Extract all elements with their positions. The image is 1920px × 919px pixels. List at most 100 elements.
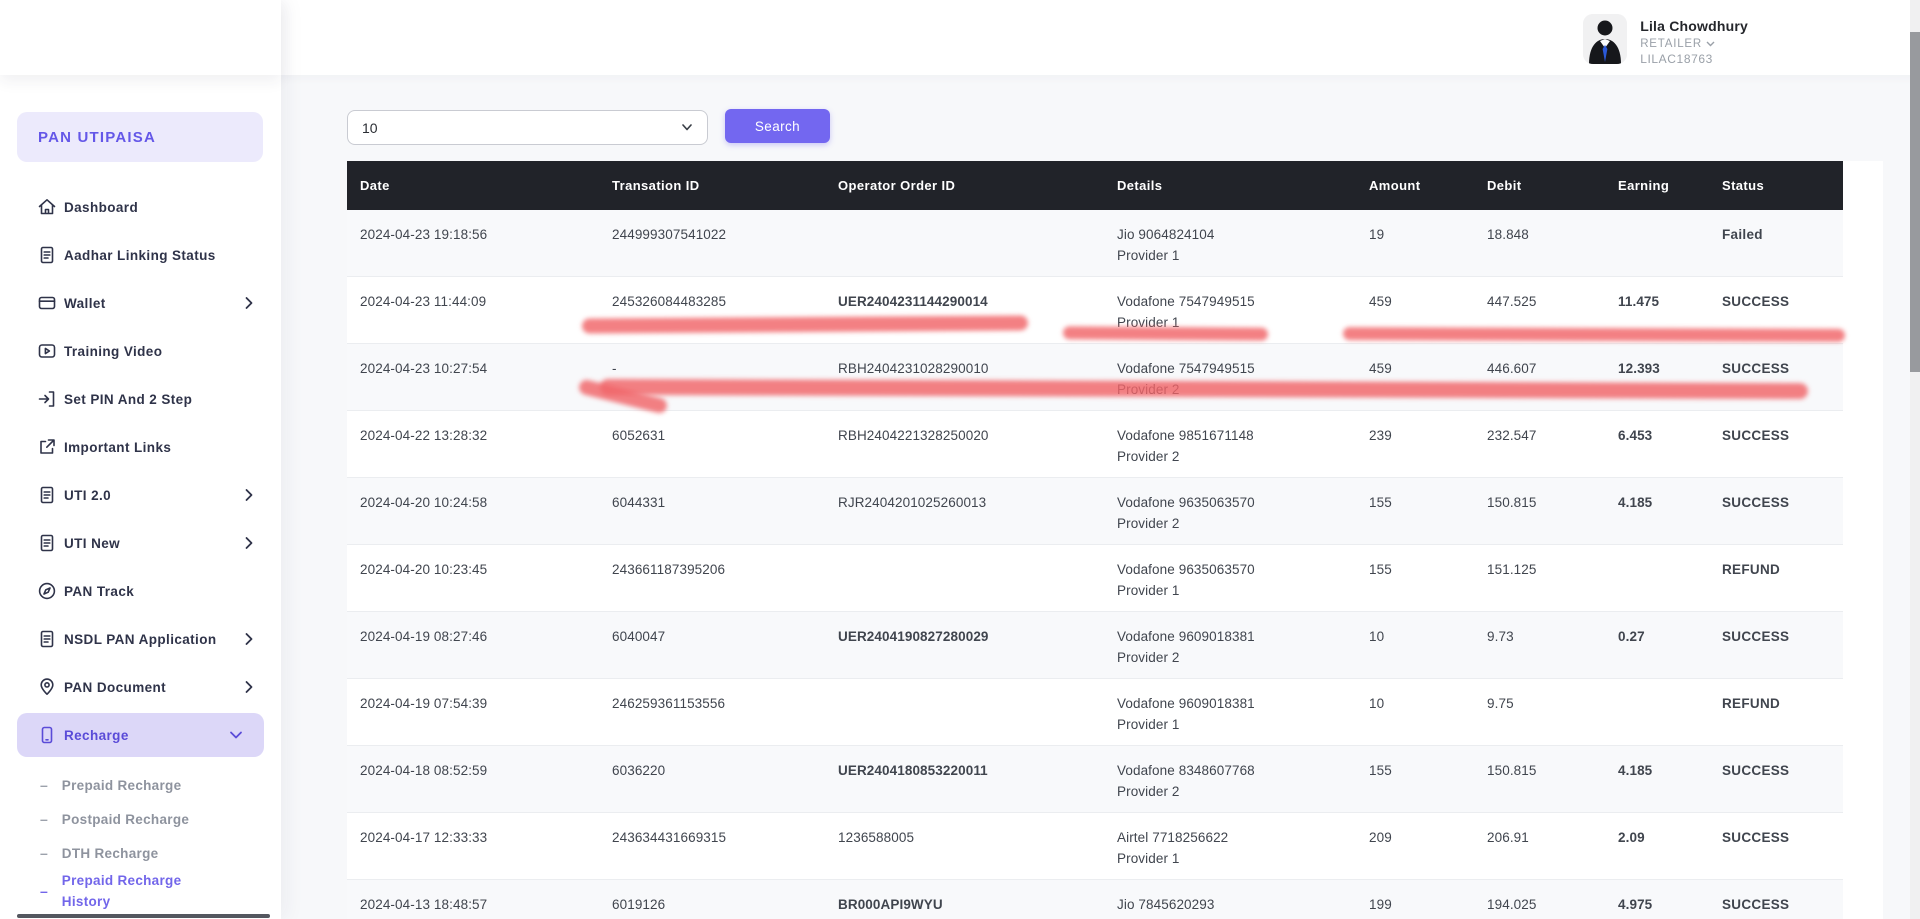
cell-date: 2024-04-23 11:44:09 [360,294,487,309]
user-name: Lila Chowdhury [1640,18,1748,34]
cell-amount: 459 [1369,361,1392,376]
table-row: 2024-04-22 13:28:32 6052631 RBH240422132… [347,411,1843,478]
cell-operator-order-id: RBH2404231028290010 [838,361,989,376]
cell-transaction-id: 6019126 [612,897,666,912]
cell-debit: 446.607 [1487,361,1537,376]
sidebar-item-recharge[interactable]: Recharge [17,713,264,757]
page-scrollbar-track[interactable] [1910,0,1920,919]
sidebar-item-set-pin-and-2-step[interactable]: Set PIN And 2 Step [0,375,281,423]
sidebar-item-nsdl-pan-application[interactable]: NSDL PAN Application [0,615,281,663]
location-pin-icon [37,677,57,697]
sidebar-scrollbar[interactable] [17,914,270,918]
user-id: LILAC18763 [1640,52,1713,66]
search-button[interactable]: Search [725,109,830,143]
cell-status: SUCCESS [1722,361,1790,376]
sidebar-item-uti-2-0[interactable]: UTI 2.0 [0,471,281,519]
cell-amount: 209 [1369,830,1392,845]
wallet-icon [37,293,57,313]
cell-details: Vodafone 9635063570 Provider 2 [1117,495,1255,531]
cell-status: REFUND [1722,562,1781,577]
sidebar-item-aadhar-linking-status[interactable]: Aadhar Linking Status [0,231,281,279]
sidebar-subitem-prepaid-recharge-history[interactable]: – Prepaid Recharge History [0,870,281,912]
cell-operator-order-id: RJR2404201025260013 [838,495,987,510]
table-row: 2024-04-20 10:23:45 243661187395206 Voda… [347,545,1843,612]
sidebar-nav: Dashboard Aadhar Linking Status Wallet T… [0,183,281,759]
column-header-date: Date [360,178,390,193]
sidebar: PAN UTIPAISA Dashboard Aadhar Linking St… [0,0,281,919]
sidebar-subitem-prepaid-recharge[interactable]: – Prepaid Recharge [0,768,281,802]
cell-details: Vodafone 7547949515 Provider 2 [1117,361,1255,397]
cell-date: 2024-04-19 07:54:39 [360,696,488,711]
dash-bullet-icon: – [40,811,48,827]
cell-status: SUCCESS [1722,763,1790,778]
logo-area [0,0,281,75]
sidebar-item-training-video[interactable]: Training Video [0,327,281,375]
cell-details: Jio 7845620293 Provider 1 [1117,897,1215,919]
video-icon [37,341,57,361]
cell-amount: 155 [1369,495,1392,510]
cell-transaction-id: 6044331 [612,495,666,510]
page-size-select[interactable]: 10 [347,110,708,145]
cell-amount: 10 [1369,629,1385,644]
cell-debit: 206.91 [1487,830,1529,845]
table-row: 2024-04-18 08:52:59 6036220 UER240418085… [347,746,1843,813]
cell-transaction-id: 244999307541022 [612,227,727,242]
chevron-down-icon [1706,41,1715,47]
cell-details: Vodafone 9609018381 Provider 2 [1117,629,1255,665]
cell-date: 2024-04-20 10:23:45 [360,562,488,577]
sidebar-item-uti-new[interactable]: UTI New [0,519,281,567]
column-header-transation-id: Transation ID [612,178,700,193]
cell-date: 2024-04-18 08:52:59 [360,763,488,778]
sidebar-item-pan-track[interactable]: PAN Track [0,567,281,615]
dash-bullet-icon: – [40,845,48,861]
document-icon [37,533,57,553]
cell-earning: 4.975 [1618,897,1653,912]
cell-details: Jio 9064824104 Provider 1 [1117,227,1215,263]
chevron-right-icon [245,297,253,310]
cell-operator-order-id: UER2404190827280029 [838,629,989,644]
sidebar-subnav: – Prepaid Recharge – Postpaid Recharge –… [0,768,281,912]
chevron-down-icon [230,731,243,739]
cell-transaction-id: 6052631 [612,428,666,443]
cell-debit: 150.815 [1487,495,1537,510]
cell-amount: 155 [1369,763,1392,778]
cell-debit: 9.75 [1487,696,1514,711]
cell-operator-order-id [808,210,1087,276]
cell-details: Vodafone 8348607768 Provider 2 [1117,763,1255,799]
home-icon [37,197,57,217]
cell-status: SUCCESS [1722,897,1790,912]
cell-date: 2024-04-17 12:33:33 [360,830,488,845]
cell-debit: 150.815 [1487,763,1537,778]
sidebar-item-pan-document[interactable]: PAN Document [0,663,281,711]
cell-date: 2024-04-13 18:48:57 [360,897,488,912]
sidebar-item-wallet[interactable]: Wallet [0,279,281,327]
column-header-earning: Earning [1618,178,1670,193]
cell-date: 2024-04-20 10:24:58 [360,495,488,510]
cell-earning: 6.453 [1618,428,1653,443]
cell-status: REFUND [1722,696,1781,711]
sidebar-subitem-dth-recharge[interactable]: – DTH Recharge [0,836,281,870]
cell-details: Vodafone 9851671148 Provider 2 [1117,428,1254,464]
sidebar-item-important-links[interactable]: Important Links [0,423,281,471]
cell-amount: 10 [1369,696,1385,711]
cell-status: Failed [1722,227,1763,242]
column-header-debit: Debit [1487,178,1522,193]
user-role[interactable]: RETAILER [1640,38,1748,50]
brand-banner: PAN UTIPAISA [17,112,263,162]
cell-details: Airtel 7718256622 Provider 1 [1117,830,1229,866]
cell-earning [1588,679,1692,745]
redaction-scribble [1342,327,1846,342]
sidebar-subitem-postpaid-recharge[interactable]: – Postpaid Recharge [0,802,281,836]
chevron-down-icon [680,120,694,134]
cell-debit: 9.73 [1487,629,1514,644]
user-menu[interactable]: Lila Chowdhury RETAILER LILAC18763 [1583,14,1748,66]
login-icon [37,389,57,409]
phone-icon [37,725,57,745]
table-row: 2024-04-23 19:18:56 244999307541022 Jio … [347,210,1843,277]
cell-operator-order-id [808,679,1087,745]
cell-date: 2024-04-19 08:27:46 [360,629,488,644]
cell-date: 2024-04-23 19:18:56 [360,227,488,242]
sidebar-item-dashboard[interactable]: Dashboard [0,183,281,231]
page-scrollbar-thumb[interactable] [1910,32,1920,372]
table-row: 2024-04-20 10:24:58 6044331 RJR240420102… [347,478,1843,545]
